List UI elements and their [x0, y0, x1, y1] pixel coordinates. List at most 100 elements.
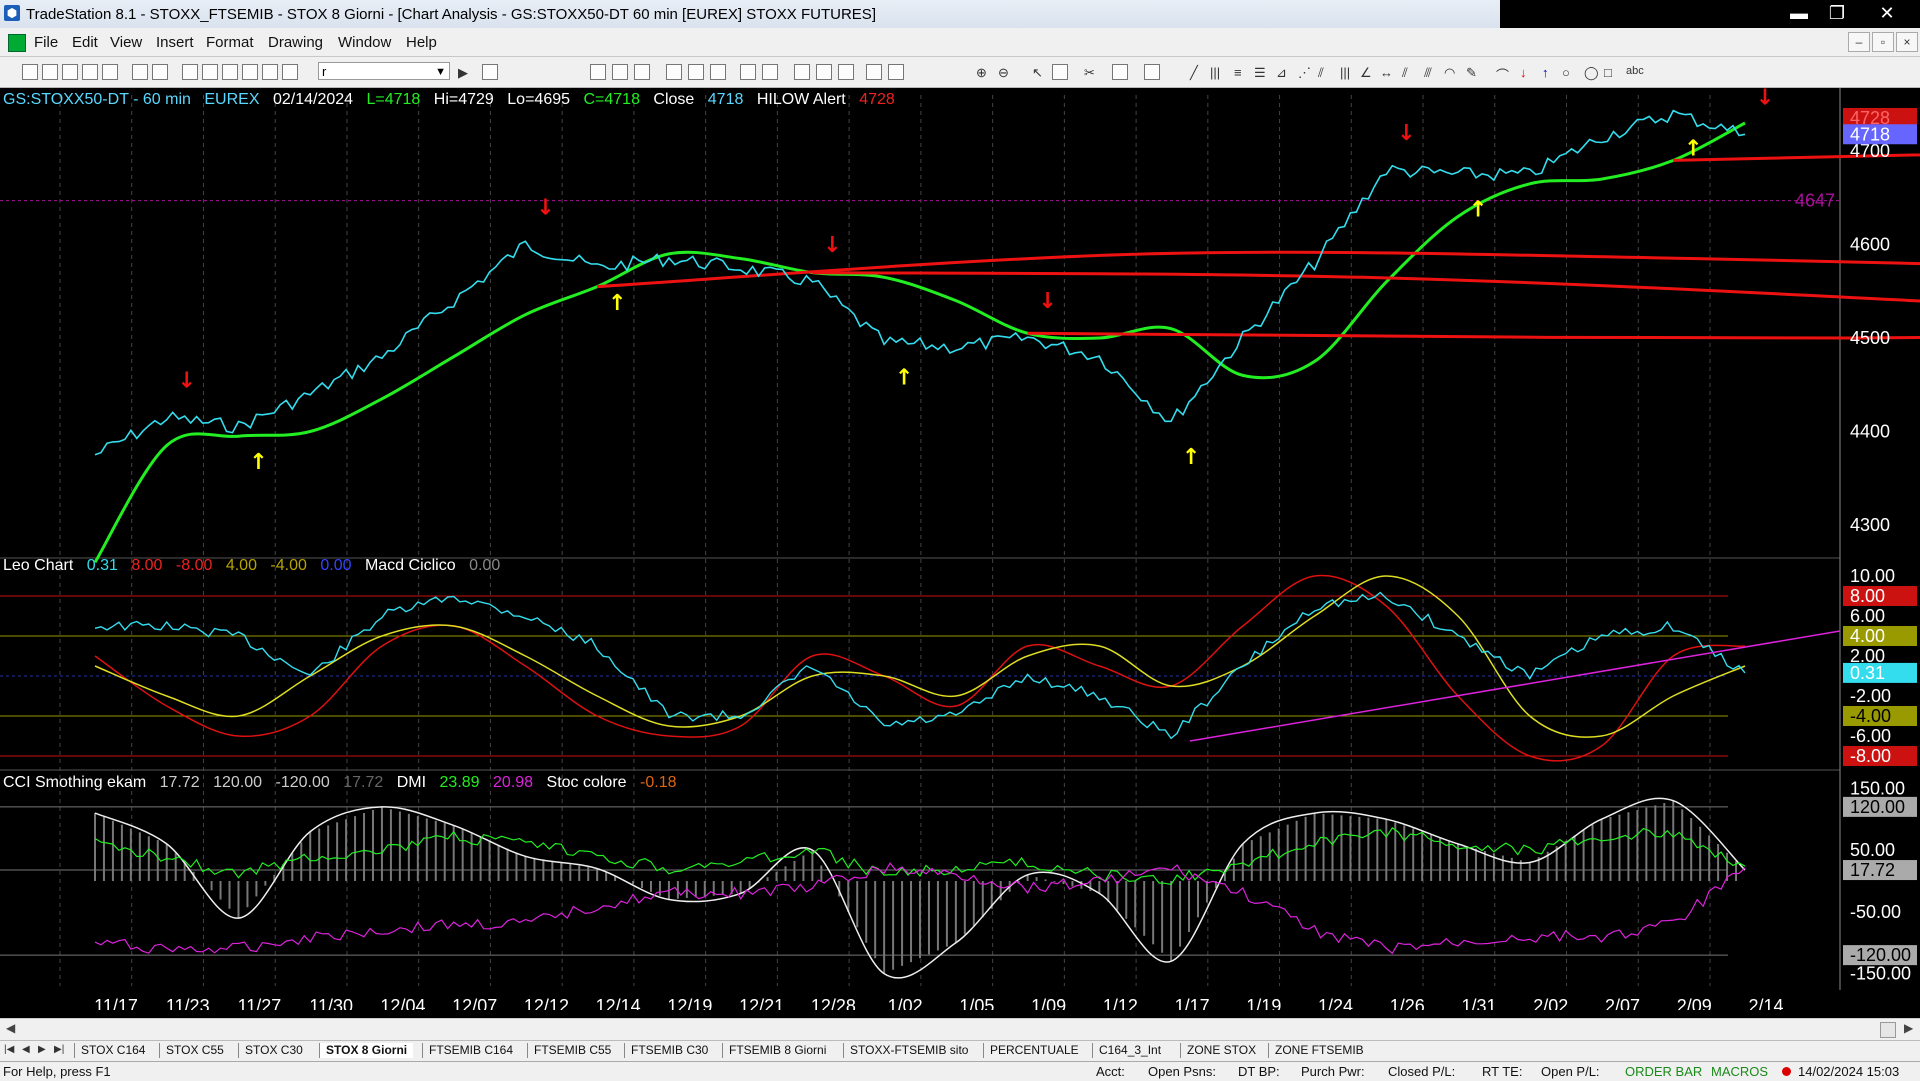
- open-icon[interactable]: [42, 64, 58, 80]
- gann-fan-icon[interactable]: ⊿: [1276, 65, 1287, 81]
- layout-icon-2[interactable]: [612, 64, 628, 80]
- tab-percentuale[interactable]: PERCENTUALE: [983, 1043, 1085, 1058]
- tab-stox-c55[interactable]: STOX C55: [159, 1043, 230, 1058]
- vertical-bars-icon[interactable]: |||: [1340, 65, 1350, 80]
- menu-format[interactable]: Format: [206, 34, 254, 51]
- horizontal-lines-icon[interactable]: ≡: [1234, 65, 1242, 80]
- tab-stoxx-ftsemib-sito[interactable]: STOXX-FTSEMIB sito: [843, 1043, 974, 1058]
- analysis-icon[interactable]: [762, 64, 778, 80]
- bar-compress-icon[interactable]: [888, 64, 904, 80]
- strategy-icon[interactable]: [740, 64, 756, 80]
- osc-trendline[interactable]: [1189, 630, 1841, 742]
- indicator-icon[interactable]: [710, 64, 726, 80]
- leo-chart-line[interactable]: [94, 591, 1746, 740]
- zoom-out-icon[interactable]: ⊖: [998, 65, 1009, 81]
- print-icon[interactable]: [132, 64, 148, 80]
- tab-ftsemib-c164[interactable]: FTSEMIB C164: [422, 1043, 519, 1058]
- tools-icon[interactable]: ✂: [1084, 65, 1095, 81]
- fibonacci-icon[interactable]: ☰: [1254, 65, 1266, 81]
- symbol-input[interactable]: r ▼: [318, 62, 450, 80]
- chevron-down-icon[interactable]: ▼: [435, 63, 446, 81]
- text-tool-icon[interactable]: abc: [1626, 65, 1644, 77]
- drawing-icon[interactable]: [242, 64, 258, 80]
- hotlist-icon[interactable]: [1112, 64, 1128, 80]
- zoom-in-icon[interactable]: ⊕: [976, 65, 987, 81]
- bar-spacing-icon[interactable]: [866, 64, 882, 80]
- chart-window-icon[interactable]: [8, 34, 26, 52]
- tab-stox-8-giorni[interactable]: STOX 8 Giorni: [319, 1043, 414, 1058]
- dmi-plus-line[interactable]: [94, 827, 1746, 886]
- channel-icon[interactable]: ⫽: [1402, 65, 1408, 81]
- tab-ftsemib-c30[interactable]: FTSEMIB C30: [624, 1043, 714, 1058]
- order-bar-button[interactable]: ORDER BAR: [1625, 1064, 1702, 1079]
- tab-stox-c30[interactable]: STOX C30: [238, 1043, 309, 1058]
- print-preview-icon[interactable]: [152, 64, 168, 80]
- wizard-icon[interactable]: [262, 64, 278, 80]
- tab-prev-icon[interactable]: ◀: [22, 1044, 30, 1055]
- copy-icon[interactable]: [82, 64, 98, 80]
- tab-c164-3-int[interactable]: C164_3_Int: [1092, 1043, 1167, 1058]
- properties-icon[interactable]: [202, 64, 218, 80]
- menu-window[interactable]: Window: [338, 34, 391, 51]
- paste-icon[interactable]: [102, 64, 118, 80]
- horizontal-arrow-icon[interactable]: ↔: [1380, 65, 1393, 80]
- layout-icon-1[interactable]: [590, 64, 606, 80]
- menu-drawing[interactable]: Drawing: [268, 34, 323, 51]
- play-icon[interactable]: ▶: [458, 65, 468, 81]
- mdi-restore-button[interactable]: ▫: [1872, 32, 1894, 52]
- cycle-icon[interactable]: ◠: [1444, 65, 1455, 81]
- tab-stox-c164[interactable]: STOX C164: [74, 1043, 151, 1058]
- bar-chart-icon[interactable]: [794, 64, 810, 80]
- price-panel[interactable]: ↓ ↓ ↓ ↓ ↓ ↓ ↑ ↑ ↑ ↑ ↑ ↑: [0, 88, 1920, 564]
- circle-icon[interactable]: ◯: [1584, 65, 1599, 81]
- chart-type-icon[interactable]: [666, 64, 682, 80]
- arc-icon[interactable]: ⌒: [1496, 65, 1509, 84]
- menu-file[interactable]: File: [34, 34, 58, 51]
- cci-panel[interactable]: [0, 797, 1746, 979]
- chart-analysis-canvas[interactable]: ↓↓↓↓↓↓↑↑↑↑↑↑ 4700460045004400430010.006.…: [0, 88, 1920, 1010]
- data-window-icon[interactable]: [1052, 64, 1068, 80]
- moving-average-line[interactable]: [93, 121, 1746, 564]
- mdi-close-button[interactable]: ×: [1896, 32, 1918, 52]
- mdi-minimize-button[interactable]: –: [1848, 32, 1870, 52]
- andrews-icon[interactable]: ⫽: [1318, 65, 1324, 81]
- scroll-right-icon[interactable]: ▶: [1904, 1021, 1913, 1035]
- vertical-lines-icon[interactable]: |||: [1210, 65, 1220, 80]
- osc-red-cycle-line[interactable]: [94, 574, 1746, 762]
- line-chart-icon[interactable]: [838, 64, 854, 80]
- gray-icon[interactable]: [1144, 64, 1160, 80]
- tab-first-icon[interactable]: |◀: [4, 1044, 14, 1055]
- parallel-icon[interactable]: ⫻: [1424, 65, 1432, 81]
- trendline-icon[interactable]: ╱: [1190, 65, 1198, 81]
- lock-icon[interactable]: [222, 64, 238, 80]
- tab-ftsemib-8-giorni[interactable]: FTSEMIB 8 Giorni: [722, 1043, 832, 1058]
- tab-last-icon[interactable]: ▶|: [54, 1044, 64, 1055]
- globe-icon[interactable]: [282, 64, 298, 80]
- down-arrow-tool-icon[interactable]: ↓: [1520, 65, 1527, 80]
- menu-insert[interactable]: Insert: [156, 34, 194, 51]
- tab-zone-ftsemib[interactable]: ZONE FTSEMIB: [1268, 1043, 1370, 1058]
- oscillator-panel[interactable]: [0, 574, 1841, 762]
- scroll-left-icon[interactable]: ◀: [6, 1021, 15, 1035]
- macros-button[interactable]: MACROS: [1711, 1064, 1768, 1079]
- pointer-icon[interactable]: ↖: [1032, 65, 1043, 81]
- scroll-thumb[interactable]: [1880, 1022, 1896, 1038]
- chart-scrollbar[interactable]: ◀ ▶: [0, 1018, 1920, 1040]
- menu-edit[interactable]: Edit: [72, 34, 98, 51]
- tab-next-icon[interactable]: ▶: [38, 1044, 46, 1055]
- new-icon[interactable]: [22, 64, 38, 80]
- ellipse-icon[interactable]: ○: [1562, 65, 1570, 80]
- maximize-button[interactable]: ❐: [1818, 0, 1856, 28]
- pen-icon[interactable]: ✎: [1466, 65, 1477, 81]
- menu-view[interactable]: View: [110, 34, 142, 51]
- up-arrow-tool-icon[interactable]: ↑: [1542, 65, 1549, 80]
- quote-icon[interactable]: [482, 64, 498, 80]
- close-button[interactable]: ✕: [1862, 0, 1912, 28]
- menu-help[interactable]: Help: [406, 34, 437, 51]
- workspace-icon[interactable]: [62, 64, 78, 80]
- speed-lines-icon[interactable]: ⋰: [1298, 65, 1311, 81]
- format-icon[interactable]: [182, 64, 198, 80]
- regression-icon[interactable]: ∠: [1360, 65, 1372, 81]
- minimize-button[interactable]: ▬: [1780, 0, 1818, 28]
- rectangle-icon[interactable]: □: [1604, 65, 1612, 80]
